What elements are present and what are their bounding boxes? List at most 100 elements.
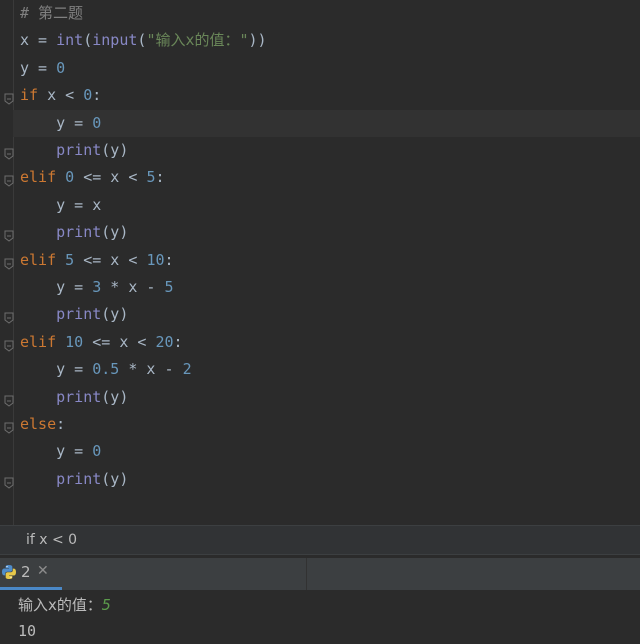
fold-marker-icon[interactable] bbox=[4, 392, 14, 407]
code-line[interactable]: print(y) bbox=[20, 384, 640, 411]
code-token: : bbox=[155, 168, 165, 187]
code-token: * x - bbox=[101, 278, 165, 296]
code-line[interactable]: elif 0 <= x < 5: bbox=[20, 164, 640, 191]
code-token: (y) bbox=[101, 387, 129, 406]
code-token: 0 bbox=[92, 113, 102, 132]
code-token: print bbox=[56, 387, 102, 406]
editor-gutter bbox=[0, 0, 14, 525]
code-token: int bbox=[56, 31, 84, 50]
code-line[interactable]: y = x bbox=[20, 192, 640, 219]
console-input-line: 输入x的值：5 bbox=[18, 592, 111, 618]
fold-marker-icon[interactable] bbox=[4, 419, 14, 434]
code-token: )) bbox=[248, 31, 267, 50]
tab-divider bbox=[306, 558, 307, 590]
breadcrumb-item[interactable]: if x < 0 bbox=[26, 532, 77, 548]
code-line[interactable]: y = 3 * x - 5 bbox=[20, 274, 640, 301]
python-icon bbox=[1, 564, 17, 584]
code-token: 0 bbox=[92, 442, 102, 461]
code-token: 5 bbox=[164, 278, 174, 296]
code-token: 10 bbox=[146, 250, 165, 269]
code-token: <= x < bbox=[83, 332, 156, 351]
code-token: x = bbox=[20, 31, 57, 50]
code-token: y = bbox=[20, 113, 93, 132]
fold-marker-icon[interactable] bbox=[4, 90, 14, 105]
run-tab[interactable]: 2 ✕ bbox=[0, 558, 62, 590]
code-editor[interactable]: # 第二题 x = int(input("输入x的值：")) y = 0 if x <… bbox=[0, 0, 640, 525]
code-token: 2 bbox=[182, 360, 192, 379]
fold-marker-icon[interactable] bbox=[4, 172, 14, 188]
code-line[interactable]: print(y) bbox=[20, 219, 640, 246]
code-token: 0 bbox=[56, 58, 66, 77]
code-line[interactable]: print(y) bbox=[20, 466, 640, 493]
code-line[interactable]: # 第二题 bbox=[20, 0, 640, 27]
code-line[interactable]: elif 10 <= x < 20: bbox=[20, 329, 640, 356]
code-token: : bbox=[173, 332, 183, 351]
code-token: y = bbox=[20, 58, 57, 77]
run-tool-window-tabs: 2 ✕ bbox=[0, 558, 640, 590]
console-prompt: 输入x的值： bbox=[18, 596, 102, 614]
code-token: elif bbox=[20, 250, 57, 269]
code-token: else bbox=[20, 415, 57, 433]
code-token: (y) bbox=[101, 223, 129, 242]
breadcrumb: if x < 0 bbox=[0, 525, 640, 555]
code-token: print bbox=[56, 305, 102, 324]
code-line[interactable]: elif 5 <= x < 10: bbox=[20, 247, 640, 274]
code-token: 10 bbox=[65, 332, 84, 351]
code-token: 3 bbox=[92, 278, 102, 296]
code-token: y = bbox=[20, 360, 93, 379]
code-token: (y) bbox=[101, 305, 129, 324]
close-icon[interactable]: ✕ bbox=[37, 563, 49, 579]
run-tab-label: 2 bbox=[21, 563, 31, 581]
code-line[interactable]: else: bbox=[20, 411, 640, 438]
code-token: elif bbox=[20, 168, 57, 187]
code-token: <= x < bbox=[74, 250, 147, 269]
code-token: x < bbox=[38, 86, 84, 105]
code-token: 0.5 bbox=[92, 360, 120, 379]
code-token: 20 bbox=[155, 332, 174, 351]
code-token: input bbox=[92, 31, 138, 50]
fold-marker-icon[interactable] bbox=[4, 309, 14, 325]
code-token: print bbox=[56, 223, 102, 242]
code-token: y = x bbox=[20, 195, 102, 214]
console-output-line: 10 bbox=[18, 622, 37, 640]
code-token: * x - bbox=[119, 360, 183, 379]
fold-marker-icon[interactable] bbox=[4, 337, 14, 352]
code-line[interactable]: y = 0 bbox=[13, 109, 640, 137]
code-area[interactable]: # 第二题 x = int(input("输入x的值：")) y = 0 if x <… bbox=[13, 0, 640, 525]
code-line[interactable]: y = 0 bbox=[20, 438, 640, 465]
fold-marker-icon[interactable] bbox=[4, 255, 14, 270]
code-line[interactable]: y = 0 bbox=[20, 55, 640, 82]
code-token: (y) bbox=[101, 469, 129, 488]
code-token: : bbox=[92, 86, 102, 105]
code-token: "输入x的值：" bbox=[146, 31, 249, 50]
code-token: 0 bbox=[65, 168, 75, 187]
code-token: print bbox=[56, 469, 102, 488]
console-user-input: 5 bbox=[101, 596, 111, 614]
code-token: : bbox=[164, 250, 174, 269]
code-token: 0 bbox=[83, 86, 93, 105]
code-line[interactable]: y = 0.5 * x - 2 bbox=[20, 356, 640, 383]
fold-marker-icon[interactable] bbox=[4, 227, 14, 242]
code-token: # 第二题 bbox=[20, 4, 84, 22]
code-token: 5 bbox=[65, 250, 75, 269]
code-token: (y) bbox=[101, 141, 129, 159]
code-token: print bbox=[56, 141, 102, 159]
code-line[interactable]: print(y) bbox=[20, 137, 640, 164]
code-line[interactable]: if x < 0: bbox=[20, 82, 640, 109]
code-line[interactable]: x = int(input("输入x的值：")) bbox=[20, 27, 640, 54]
code-token: ( bbox=[83, 31, 93, 50]
code-token: <= x < bbox=[74, 168, 147, 187]
fold-marker-icon[interactable] bbox=[4, 145, 14, 160]
code-token: : bbox=[56, 415, 66, 433]
code-line[interactable]: print(y) bbox=[20, 301, 640, 328]
code-token: elif bbox=[20, 332, 57, 351]
run-console[interactable]: 输入x的值：5 10 bbox=[0, 590, 640, 640]
fold-marker-icon[interactable] bbox=[4, 474, 14, 489]
